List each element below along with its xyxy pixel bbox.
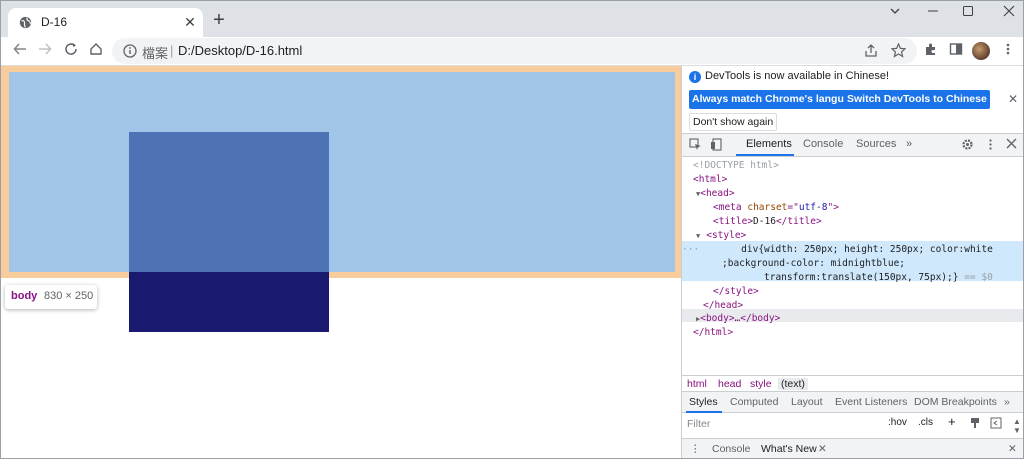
gear-icon[interactable] xyxy=(960,138,975,153)
toolbar: 檔案 | D:/Desktop/D-16.html xyxy=(1,37,1023,66)
scroll-arrows-icon[interactable]: ▲ ▼ xyxy=(1013,417,1021,435)
more-vert-icon[interactable]: ⋮ xyxy=(690,443,701,455)
url-text[interactable]: D:/Desktop/D-16.html xyxy=(178,43,302,58)
add-rule-icon[interactable]: + xyxy=(948,414,956,429)
window-close-button[interactable] xyxy=(997,5,1021,23)
dom-css-line-1[interactable]: ··· div{width: 250px; height: 250px; colo… xyxy=(682,243,1023,257)
maximize-button[interactable] xyxy=(956,5,980,23)
browser-window: D-16 ✕ + 檔案 | D:/Desktop/D-16.html body … xyxy=(0,0,1024,459)
tab-strip: D-16 ✕ + xyxy=(1,1,1023,37)
share-icon[interactable] xyxy=(864,44,878,61)
computed-toggle-icon[interactable] xyxy=(990,417,1002,432)
more-tabs-button[interactable]: » xyxy=(906,138,912,150)
new-tab-button[interactable]: + xyxy=(210,10,228,30)
close-icon[interactable] xyxy=(1004,138,1019,153)
dom-title[interactable]: <title>D-16</title> xyxy=(682,215,1023,229)
drawer-tab-console[interactable]: Console xyxy=(712,443,751,455)
dom-css-line-3[interactable]: transform:translate(150px, 75px);} == $0 xyxy=(682,271,1023,285)
banner-message: DevTools is now available in Chinese! xyxy=(705,70,890,82)
tab-sources[interactable]: Sources xyxy=(856,138,896,150)
more-tabs-button[interactable]: » xyxy=(1004,396,1010,408)
tab-title: D-16 xyxy=(41,15,68,29)
crumb-text[interactable]: (text) xyxy=(778,378,808,390)
div-highlight-overlap xyxy=(129,132,329,272)
crumb-head[interactable]: head xyxy=(718,378,741,390)
tab-d16[interactable]: D-16 ✕ xyxy=(8,8,203,37)
tab-dom-breakpoints[interactable]: DOM Breakpoints xyxy=(914,396,997,408)
tab-elements[interactable]: Elements xyxy=(746,138,792,150)
address-bar[interactable]: 檔案 | D:/Desktop/D-16.html xyxy=(112,38,917,64)
dom-css-line-2[interactable]: ;background-color: midnightblue; xyxy=(682,257,1023,271)
devtools-panel: i DevTools is now available in Chinese! … xyxy=(681,66,1023,458)
dom-head-open[interactable]: ▼<head> xyxy=(682,187,1023,201)
tab-computed[interactable]: Computed xyxy=(730,396,778,408)
dom-style-open[interactable]: ▼ <style> xyxy=(682,229,1023,243)
tooltip-size: 830 × 250 xyxy=(44,290,94,302)
dom-head-close[interactable]: </head> xyxy=(682,299,1023,313)
tab-styles[interactable]: Styles xyxy=(689,396,718,408)
tab-event-listeners[interactable]: Event Listeners xyxy=(835,396,907,408)
close-icon[interactable]: ✕ xyxy=(818,443,827,455)
tab-layout[interactable]: Layout xyxy=(791,396,823,408)
more-vert-icon[interactable] xyxy=(983,138,998,153)
info-icon: i xyxy=(689,71,701,83)
reload-icon[interactable] xyxy=(62,42,80,60)
drawer-tabbar: ⋮ Console What's New ✕ ✕ xyxy=(682,438,1023,458)
star-icon[interactable] xyxy=(890,42,907,61)
minimize-button[interactable] xyxy=(921,5,945,23)
language-banner: i DevTools is now available in Chinese! … xyxy=(682,66,1023,134)
dom-style-close[interactable]: </style> xyxy=(682,285,1023,299)
more-vert-icon[interactable] xyxy=(999,42,1017,60)
dom-html-close[interactable]: </html> xyxy=(682,326,1023,340)
dom-body[interactable]: ▶<body>…</body> xyxy=(682,312,1023,326)
info-icon[interactable] xyxy=(123,44,137,58)
scheme-label: 檔案 xyxy=(142,46,169,61)
active-tab-underline xyxy=(736,154,794,156)
inspect-tooltip: body 830 × 250 xyxy=(5,285,97,309)
url-separator: | xyxy=(170,43,174,58)
cls-button[interactable]: .cls xyxy=(918,417,933,428)
paint-icon[interactable] xyxy=(969,417,981,432)
device-toggle-icon[interactable] xyxy=(709,138,724,153)
dom-doctype[interactable]: <!DOCTYPE html> xyxy=(682,159,1023,173)
body-content-highlight xyxy=(9,72,675,272)
avatar[interactable] xyxy=(972,42,990,60)
dont-show-button[interactable]: Don't show again xyxy=(689,113,778,131)
close-icon[interactable]: ✕ xyxy=(1008,92,1018,106)
drawer-tab-whats-new[interactable]: What's New xyxy=(761,443,817,455)
inspect-icon[interactable] xyxy=(688,138,703,153)
globe-icon xyxy=(19,16,32,29)
close-icon[interactable]: ✕ xyxy=(182,14,198,30)
back-icon[interactable] xyxy=(11,42,29,60)
extensions-icon[interactable] xyxy=(922,42,940,60)
side-panel-icon[interactable] xyxy=(947,42,965,60)
breadcrumb: html head style (text) xyxy=(682,375,1023,391)
tab-console[interactable]: Console xyxy=(803,138,843,150)
styles-filter-bar: Filter :hov .cls + ▲ ▼ xyxy=(682,413,1023,435)
tooltip-tag: body xyxy=(11,290,38,302)
dom-meta[interactable]: <meta charset="utf-8"> xyxy=(682,201,1023,215)
filter-input[interactable]: Filter xyxy=(684,416,881,432)
hov-button[interactable]: :hov xyxy=(888,417,907,428)
page-viewport: body 830 × 250 xyxy=(1,66,681,458)
switch-chinese-button[interactable]: Switch DevTools to Chinese xyxy=(844,90,990,109)
home-icon[interactable] xyxy=(87,42,105,60)
crumb-style[interactable]: style xyxy=(750,378,772,390)
forward-icon[interactable] xyxy=(36,42,54,60)
elements-tree: <!DOCTYPE html> <html> ▼<head> <meta cha… xyxy=(682,157,1023,375)
styles-tabbar: Styles Computed Layout Event Listeners D… xyxy=(682,391,1023,413)
crumb-html[interactable]: html xyxy=(687,378,707,390)
close-icon[interactable]: ✕ xyxy=(1008,443,1017,455)
dom-html-open[interactable]: <html> xyxy=(682,173,1023,187)
chevron-down-icon[interactable] xyxy=(883,5,907,23)
match-language-button[interactable]: Always match Chrome's language xyxy=(689,90,865,109)
devtools-toolbar: Elements Console Sources » xyxy=(682,134,1023,157)
